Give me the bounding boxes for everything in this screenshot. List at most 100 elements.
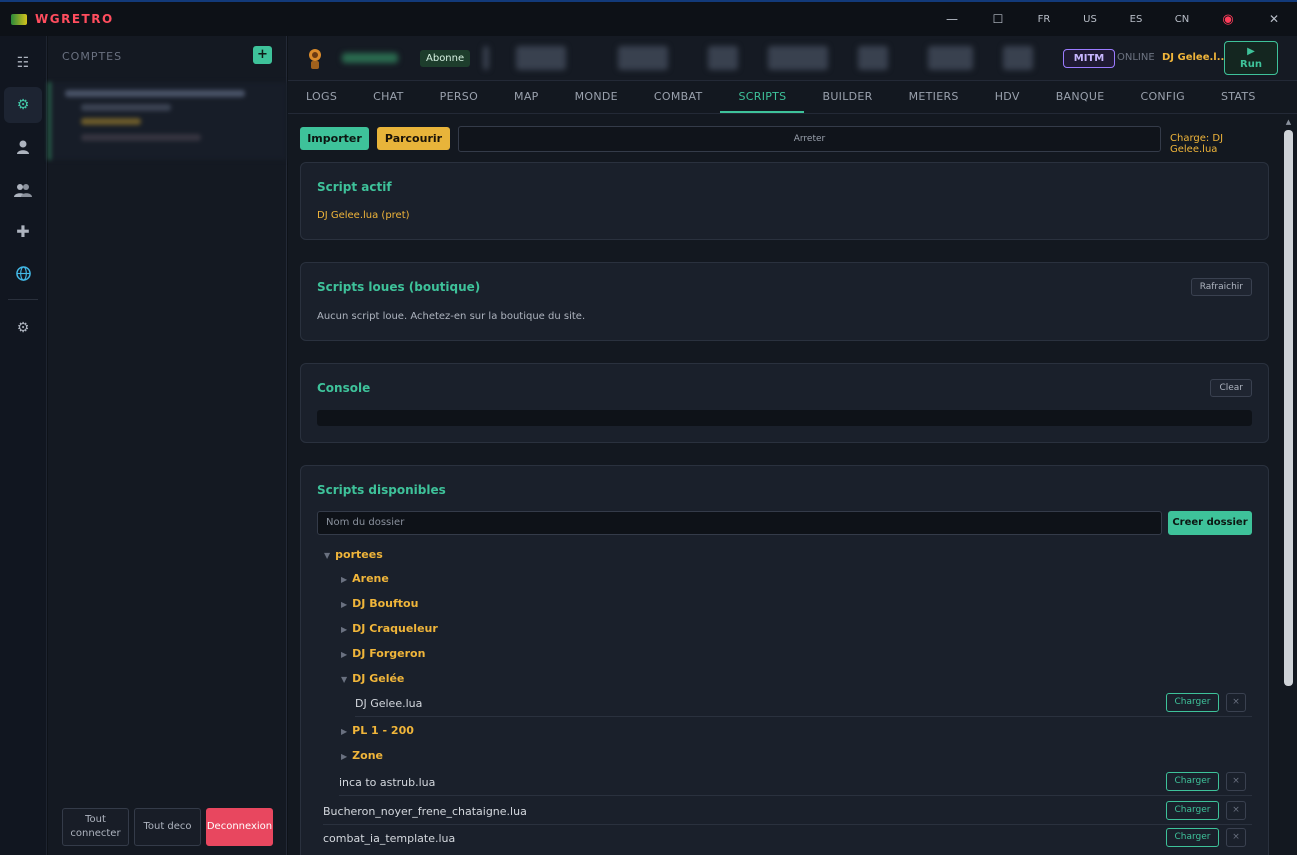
- eye-icon[interactable]: ◉: [1205, 12, 1251, 27]
- caret-right-icon: ▶: [341, 650, 348, 659]
- scripts-content: Importer Parcourir Arreter Charge: DJ Ge…: [300, 126, 1269, 855]
- available-scripts-card: Scripts disponibles Nom du dossier Creer…: [300, 465, 1269, 855]
- connect-all-button[interactable]: Tout connecter: [62, 808, 129, 846]
- delete-script-button[interactable]: ×: [1226, 693, 1246, 712]
- caret-right-icon: ▶: [341, 625, 348, 634]
- row-divider: [339, 795, 1252, 796]
- lang-fr-button[interactable]: FR: [1021, 14, 1067, 25]
- add-account-button[interactable]: +: [253, 46, 272, 64]
- tree-folder-dj-bouftou[interactable]: ▶ DJ Bouftou: [341, 597, 418, 610]
- settings-icon[interactable]: ⚙: [4, 310, 42, 346]
- rented-scripts-title: Scripts loues (boutique): [317, 280, 481, 294]
- tab-config[interactable]: CONFIG: [1122, 82, 1202, 113]
- lang-cn-button[interactable]: CN: [1159, 14, 1205, 25]
- lang-us-button[interactable]: US: [1067, 14, 1113, 25]
- character-avatar: [309, 49, 321, 69]
- load-script-button[interactable]: Charger: [1166, 772, 1219, 791]
- console-card: Console Clear: [300, 363, 1269, 443]
- header-stat: [768, 46, 828, 70]
- gear-icon[interactable]: ⚙: [4, 87, 42, 123]
- disconnect-all-button[interactable]: Tout deco: [134, 808, 201, 846]
- users-icon[interactable]: [4, 172, 42, 208]
- plus-icon[interactable]: ✚: [4, 213, 42, 249]
- run-button[interactable]: ▶ Run: [1224, 41, 1278, 75]
- delete-script-button[interactable]: ×: [1226, 801, 1246, 820]
- tab-hdv[interactable]: HDV: [977, 82, 1038, 113]
- connection-status: ONLINE: [1117, 52, 1155, 63]
- folder-label: Zone: [352, 749, 383, 762]
- active-script-value: DJ Gelee.lua (pret): [317, 210, 410, 221]
- scroll-up-icon[interactable]: ▲: [1284, 118, 1293, 126]
- user-icon[interactable]: [4, 129, 42, 165]
- folder-label: Arene: [352, 572, 389, 585]
- logout-button[interactable]: Deconnexion: [206, 808, 273, 846]
- refresh-button[interactable]: Rafraichir: [1190, 278, 1252, 296]
- folder-name-input[interactable]: Nom du dossier: [317, 511, 1162, 535]
- scripts-toolbar: Importer Parcourir Arreter Charge: DJ Ge…: [300, 126, 1269, 155]
- account-card[interactable]: [48, 82, 287, 160]
- browse-button[interactable]: Parcourir: [377, 127, 450, 150]
- tree-folder-zone[interactable]: ▶ Zone: [341, 749, 383, 762]
- rented-empty-text: Aucun script loue. Achetez-en sur la bou…: [317, 311, 586, 322]
- app-logo-icon: [11, 13, 27, 25]
- globe-icon[interactable]: [4, 255, 42, 291]
- tree-file-inca: inca to astrub.lua: [339, 776, 436, 789]
- scrollbar-thumb[interactable]: [1284, 130, 1293, 686]
- header-stat: [1003, 46, 1033, 70]
- row-divider: [323, 824, 1252, 825]
- close-button[interactable]: ✕: [1251, 12, 1297, 26]
- load-script-button[interactable]: Charger: [1166, 828, 1219, 847]
- header-stat: [516, 46, 566, 70]
- tab-bar: LOGS CHAT PERSO MAP MONDE COMBAT SCRIPTS…: [288, 82, 1297, 114]
- caret-right-icon: ▶: [341, 575, 348, 584]
- tree-folder-dj-forgeron[interactable]: ▶ DJ Forgeron: [341, 647, 425, 660]
- tab-map[interactable]: MAP: [496, 82, 557, 113]
- tab-banque[interactable]: BANQUE: [1038, 82, 1123, 113]
- tab-monde[interactable]: MONDE: [557, 82, 636, 113]
- header-stat: [928, 46, 973, 70]
- create-folder-button[interactable]: Creer dossier: [1168, 511, 1252, 535]
- mitm-badge[interactable]: MITM: [1063, 49, 1115, 68]
- row-divider: [355, 716, 1252, 717]
- folder-label: PL 1 - 200: [352, 724, 414, 737]
- minimize-button[interactable]: —: [929, 12, 975, 26]
- tree-folder-pl[interactable]: ▶ PL 1 - 200: [341, 724, 414, 737]
- tab-builder[interactable]: BUILDER: [804, 82, 890, 113]
- delete-script-button[interactable]: ×: [1226, 772, 1246, 791]
- accounts-panel: COMPTES + Tout connecter Tout deco Decon…: [48, 36, 287, 855]
- tab-metiers[interactable]: METIERS: [891, 82, 977, 113]
- tree-folder-arene[interactable]: ▶ Arene: [341, 572, 389, 585]
- tree-folder-portees[interactable]: ▼ portees: [324, 548, 383, 561]
- app-title: WGRETRO: [35, 12, 114, 26]
- load-script-button[interactable]: Charger: [1166, 693, 1219, 712]
- tab-chat[interactable]: CHAT: [355, 82, 422, 113]
- tree-folder-dj-gelee[interactable]: ▼ DJ Gelée: [341, 672, 404, 685]
- import-button[interactable]: Importer: [300, 127, 369, 150]
- list-icon[interactable]: ☷: [4, 45, 42, 81]
- maximize-button[interactable]: ☐: [975, 12, 1021, 26]
- character-name: [342, 53, 398, 63]
- available-scripts-title: Scripts disponibles: [317, 483, 446, 497]
- rail-divider: [8, 299, 38, 300]
- stop-button[interactable]: Arreter: [458, 126, 1161, 152]
- tab-logs[interactable]: LOGS: [288, 82, 355, 113]
- loaded-script-text: Charge: DJ Gelee.lua: [1170, 133, 1224, 155]
- caret-down-icon: ▼: [341, 675, 348, 684]
- tab-combat[interactable]: COMBAT: [636, 82, 721, 113]
- clear-console-button[interactable]: Clear: [1210, 379, 1252, 397]
- active-script-card: Script actif DJ Gelee.lua (pret): [300, 162, 1269, 240]
- tab-perso[interactable]: PERSO: [422, 82, 496, 113]
- tab-stats[interactable]: STATS: [1203, 82, 1274, 113]
- current-script-name: DJ Gelee.l...: [1162, 52, 1229, 63]
- accounts-title: COMPTES: [62, 50, 123, 63]
- lang-es-button[interactable]: ES: [1113, 14, 1159, 25]
- tree-folder-dj-craqueleur[interactable]: ▶ DJ Craqueleur: [341, 622, 438, 635]
- tree-file-combat-ia: combat_ia_template.lua: [323, 832, 456, 845]
- delete-script-button[interactable]: ×: [1226, 828, 1246, 847]
- load-script-button[interactable]: Charger: [1166, 801, 1219, 820]
- title-bar: WGRETRO — ☐ FR US ES CN ◉ ✕: [0, 0, 1297, 36]
- header-stat: [483, 46, 489, 70]
- window-controls: — ☐ FR US ES CN ◉ ✕: [929, 2, 1297, 36]
- icon-rail: ☷ ⚙ ✚ ⚙: [0, 36, 47, 855]
- tab-scripts[interactable]: SCRIPTS: [720, 82, 805, 113]
